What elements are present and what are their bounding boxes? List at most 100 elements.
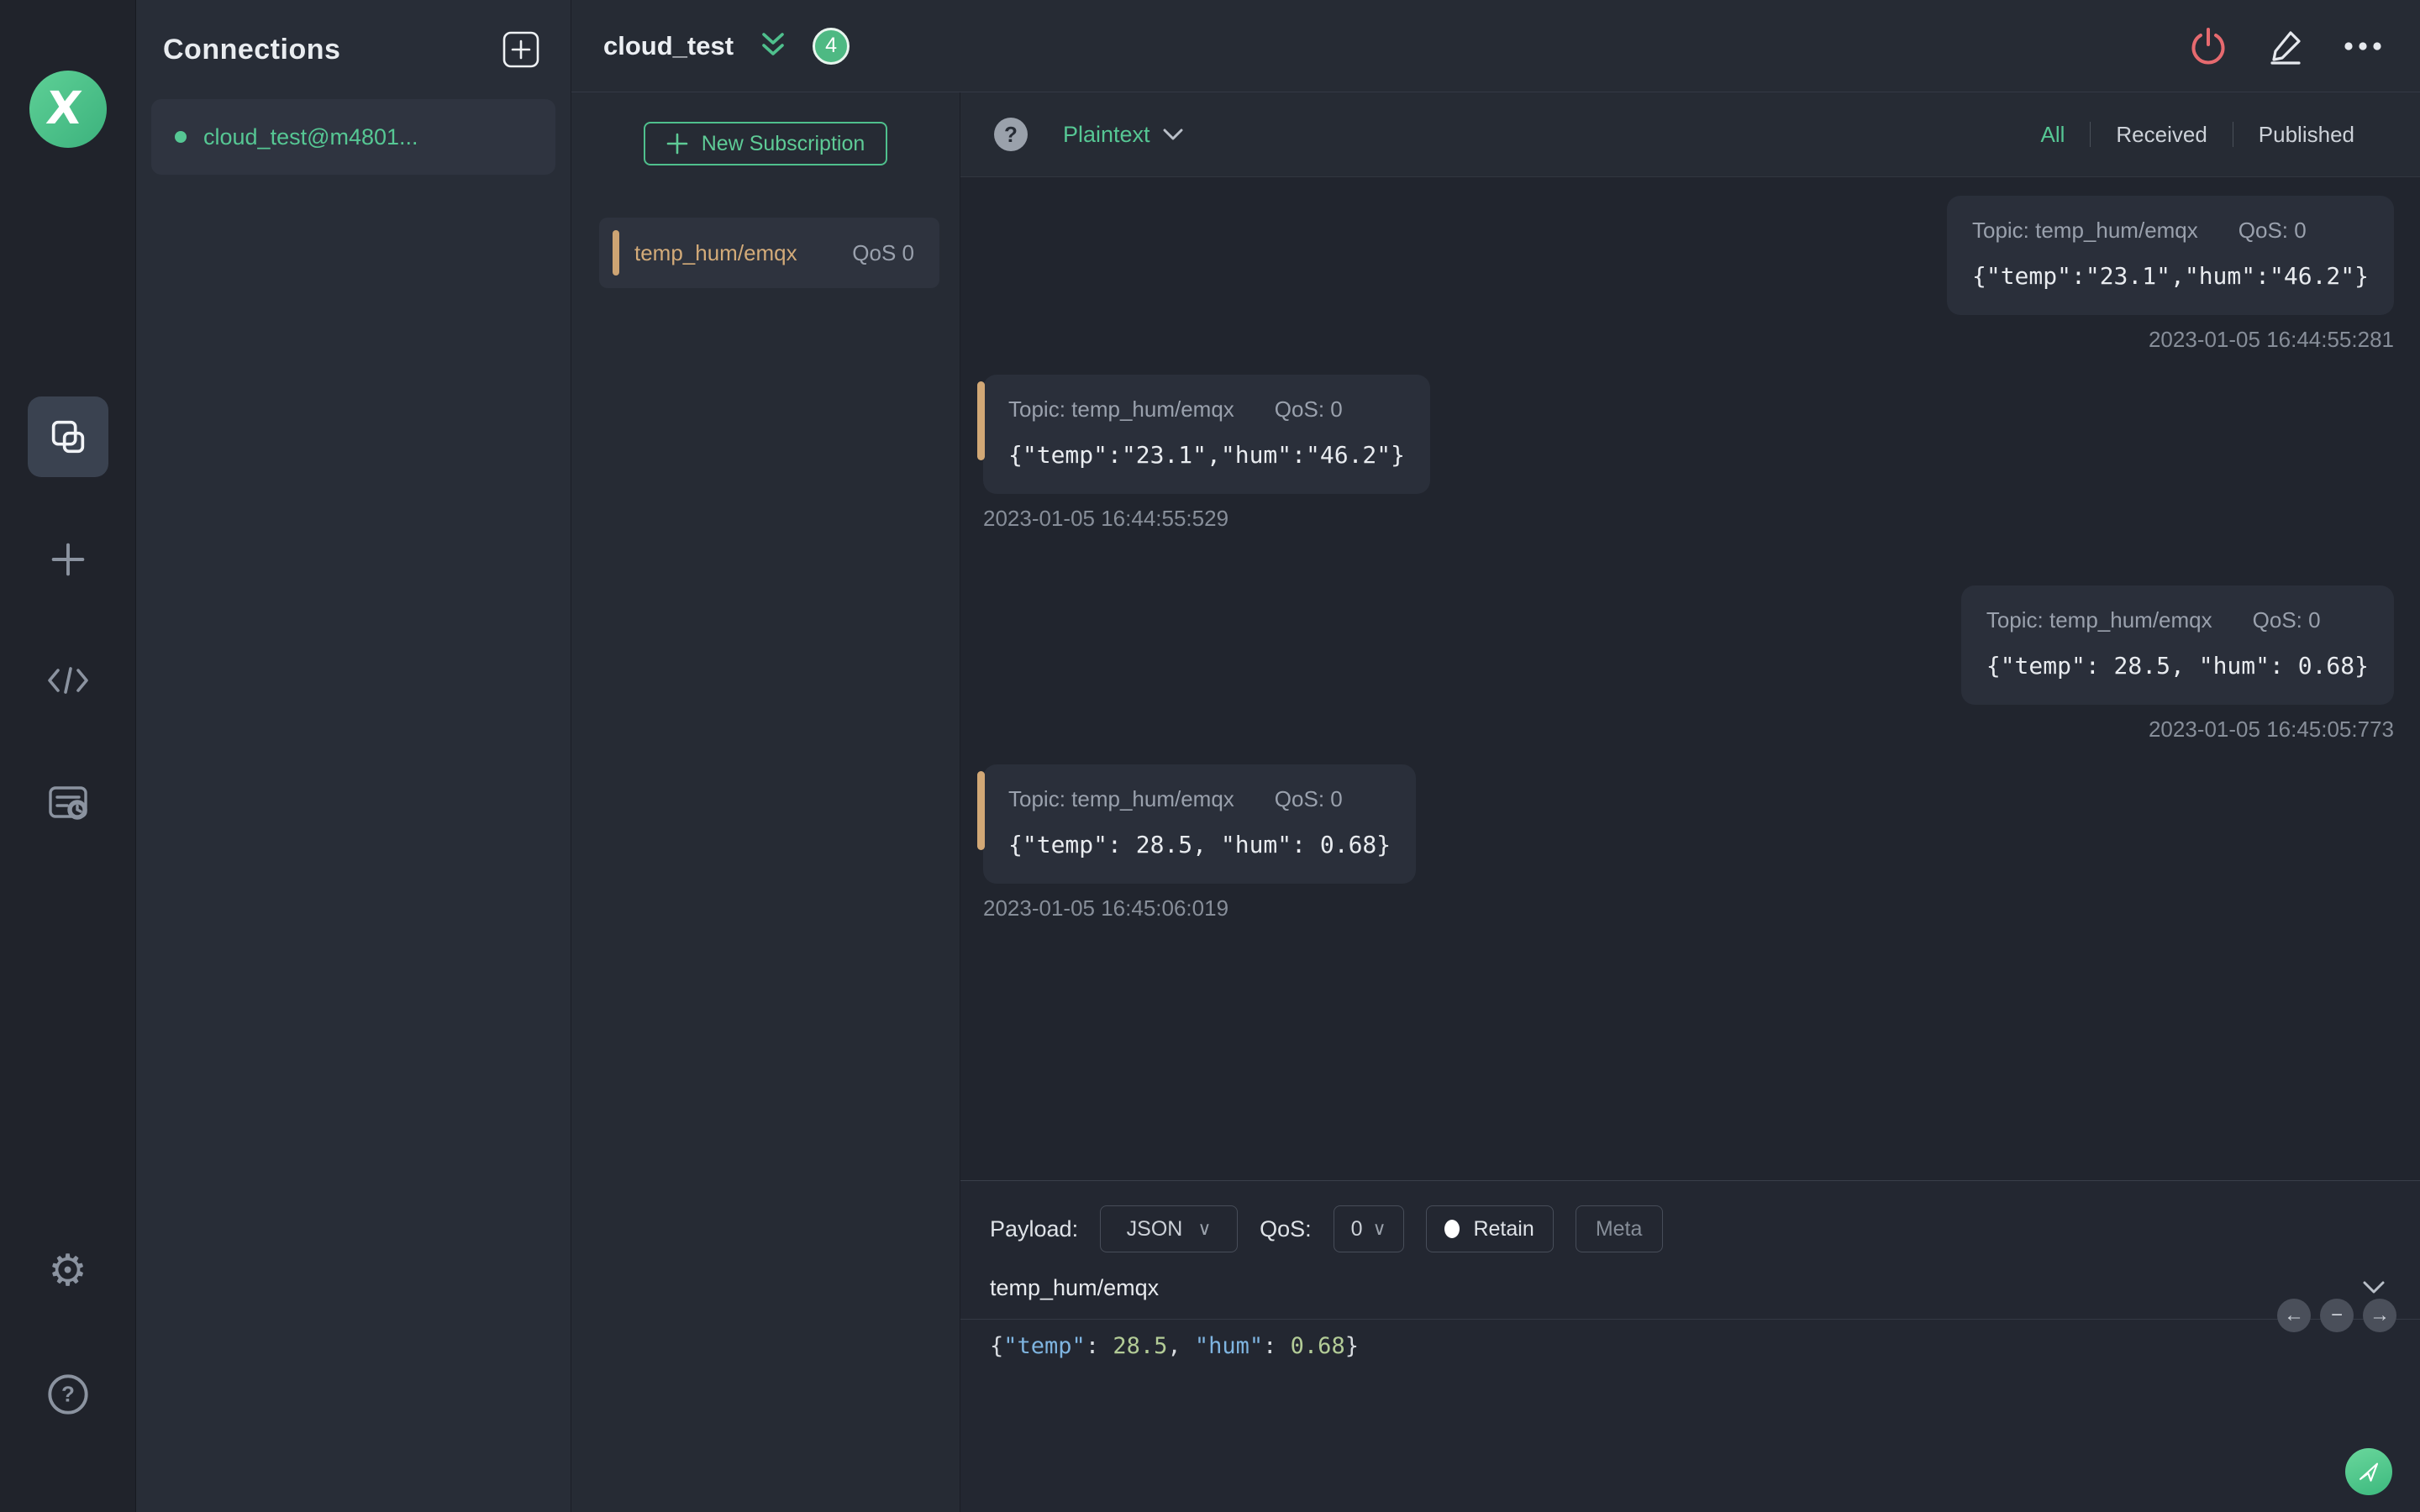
topic-row [960,1258,2420,1305]
subscription-topic: temp_hum/emqx [634,239,797,265]
subscription-item[interactable]: temp_hum/emqx QoS 0 [599,218,939,288]
connection-name: cloud_test@m4801... [203,123,418,150]
editor-token: : [1085,1333,1113,1359]
tab-published[interactable]: Published [2233,122,2380,148]
connection-status-dot [175,131,187,143]
subscription-count-badge: 4 [813,27,850,65]
message-bubble: Topic: temp_hum/emqx QoS: 0 {"temp": 28.… [1960,585,2394,705]
connection-list-item[interactable]: cloud_test@m4801... [151,99,555,175]
message-published: Topic: temp_hum/emqx QoS: 0 {"temp": 28.… [1960,585,2394,743]
qos-value: 0 [1350,1216,1363,1241]
message-topic: Topic: temp_hum/emqx [1986,607,2212,633]
message-column: ? Plaintext All Received Published Topic… [960,92,2420,1512]
chevron-down-icon [1163,129,1183,140]
icon-rail: X ⚙ ? [0,0,136,1512]
message-format-dropdown[interactable]: Plaintext [1063,122,1184,148]
new-subscription-label: New Subscription [701,131,865,155]
send-button[interactable] [2345,1448,2392,1495]
message-topic: Topic: temp_hum/emqx [1971,218,2198,243]
history-pager: ← − → [2277,1299,2396,1332]
edit-connection-button[interactable] [2265,26,2306,66]
retain-toggle[interactable]: Retain [1425,1205,1554,1252]
tab-received[interactable]: Received [2091,122,2232,148]
message-timestamp: 2023-01-05 16:44:55:281 [2148,327,2394,352]
subscription-color-bar [977,771,985,850]
message-filter-bar: ? Plaintext All Received Published [960,92,2420,177]
mqttx-app: X ⚙ ? Connections cloud_test@m4801... cl… [0,0,2420,1512]
sidebar-item-script[interactable] [45,662,92,699]
payload-editor[interactable]: {"temp": 28.5, "hum": 0.68} [960,1320,2420,1359]
message-payload: {"temp": 28.5, "hum": 0.68} [1008,831,1392,858]
collapse-panel-icon[interactable] [755,29,791,63]
main-area: cloud_test 4 New Subscription temp_hum/e… [571,0,2420,1512]
message-received: Topic: temp_hum/emqx QoS: 0 {"temp":"23.… [977,375,1431,532]
message-timestamp: 2023-01-05 16:44:55:529 [983,506,1229,531]
help-icon[interactable]: ? [46,1373,90,1416]
connection-title: cloud_test [603,30,734,60]
editor-token: 28.5 [1113,1333,1168,1359]
more-options-button[interactable] [2343,40,2383,52]
message-payload: {"temp":"23.1","hum":"46.2"} [1008,441,1406,469]
retain-indicator [1444,1220,1460,1238]
message-topic: Topic: temp_hum/emqx [1008,396,1234,422]
subscriptions-column: New Subscription temp_hum/emqx QoS 0 [571,92,960,1512]
sidebar-item-new-connection[interactable] [46,538,90,581]
message-timestamp: 2023-01-05 16:45:05:773 [2148,717,2394,742]
qos-label: QoS: [1260,1215,1312,1242]
message-list: Topic: temp_hum/emqx QoS: 0 {"temp":"23.… [960,177,2420,1180]
history-next-button[interactable]: → [2363,1299,2396,1332]
message-published: Topic: temp_hum/emqx QoS: 0 {"temp":"23.… [1946,196,2394,353]
message-format-value: Plaintext [1063,121,1150,147]
connections-header: Connections [136,0,571,99]
subscription-qos: QoS 0 [852,239,914,265]
editor-token: : [1263,1333,1291,1359]
disconnect-power-button[interactable] [2188,26,2228,66]
retain-label: Retain [1473,1216,1534,1241]
message-received: Topic: temp_hum/emqx QoS: 0 {"temp": 28.… [977,764,1417,921]
message-qos: QoS: 0 [1274,396,1343,422]
add-connection-button[interactable] [502,30,540,69]
connection-header: cloud_test 4 [571,0,2420,92]
new-subscription-button[interactable]: New Subscription [644,122,887,165]
payload-format-select[interactable]: JSON ∨ [1100,1205,1239,1252]
settings-gear-icon[interactable]: ⚙ [48,1246,87,1296]
history-prev-button[interactable]: ← [2277,1299,2311,1332]
publish-panel: Payload: JSON ∨ QoS: 0 ∨ Retain Meta tem… [960,1180,2420,1512]
paper-plane-icon [2359,1462,2379,1482]
editor-token: { [990,1333,1004,1359]
qos-select[interactable]: 0 ∨ [1333,1205,1404,1252]
meta-label: Meta [1595,1216,1643,1241]
editor-token: } [1344,1333,1359,1359]
message-topic: Topic: temp_hum/emqx [1008,786,1234,811]
chevron-down-icon: ∨ [1197,1218,1212,1239]
message-qos: QoS: 0 [2238,218,2307,243]
message-timestamp: 2023-01-05 16:45:06:019 [983,895,1229,921]
message-bubble: Topic: temp_hum/emqx QoS: 0 {"temp":"23.… [1946,196,2394,315]
history-remove-button[interactable]: − [2320,1299,2354,1332]
connections-panel: Connections cloud_test@m4801... [136,0,571,1512]
message-filter-tabs: All Received Published [2015,122,2380,148]
payload-format-label: Payload: [990,1215,1079,1242]
message-qos: QoS: 0 [2252,607,2321,633]
sidebar-item-connections[interactable] [27,396,108,477]
meta-button[interactable]: Meta [1575,1205,1663,1252]
subscription-color-bar [977,381,985,460]
message-qos: QoS: 0 [1274,786,1343,811]
sidebar-item-log[interactable] [45,783,91,825]
payload-help-icon[interactable]: ? [994,118,1028,151]
chevron-down-icon: ∨ [1372,1218,1386,1239]
editor-token: 0.68 [1290,1333,1345,1359]
connections-title: Connections [163,33,341,66]
mqttx-logo: X [29,71,107,148]
message-bubble: Topic: temp_hum/emqx QoS: 0 {"temp": 28.… [977,764,1417,884]
svg-text:?: ? [61,1382,75,1407]
message-bubble: Topic: temp_hum/emqx QoS: 0 {"temp":"23.… [977,375,1431,494]
payload-format-value: JSON [1126,1216,1183,1241]
message-payload: {"temp":"23.1","hum":"46.2"} [1971,262,2369,290]
tab-all[interactable]: All [2015,122,2090,148]
editor-token: "hum" [1194,1333,1264,1359]
editor-token: , [1167,1333,1195,1359]
topic-input[interactable] [990,1274,2361,1301]
collapse-composer-icon[interactable] [2361,1280,2386,1295]
svg-text:X: X [44,81,84,134]
